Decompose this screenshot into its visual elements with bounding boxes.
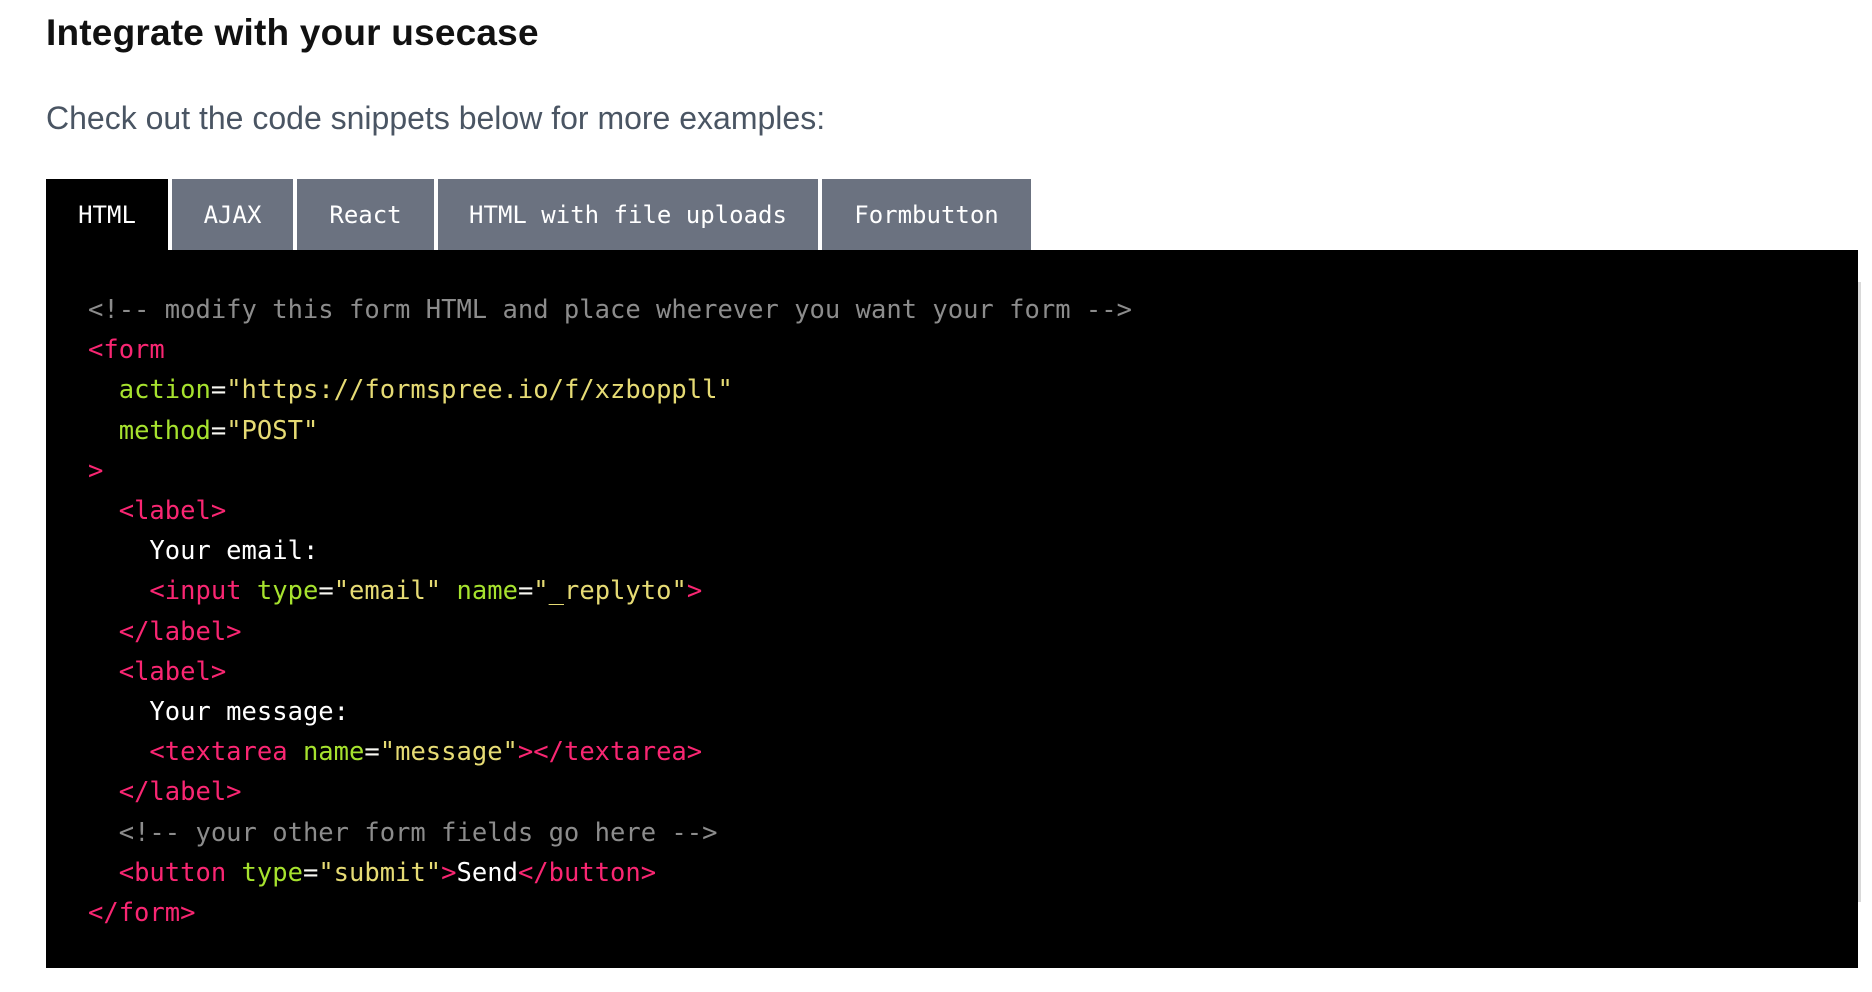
code-input-open: <input bbox=[149, 576, 242, 607]
code-horizontal-scrollbar[interactable] bbox=[78, 968, 1854, 973]
tab-html-file-uploads[interactable]: HTML with file uploads bbox=[438, 179, 818, 250]
code-equals: = bbox=[517, 576, 534, 607]
code-equals: = bbox=[318, 576, 334, 607]
tab-formbutton[interactable]: Formbutton bbox=[822, 179, 1031, 250]
code-equals: = bbox=[210, 415, 227, 446]
code-button-open: <button bbox=[118, 857, 227, 888]
code-value-name-replyto: "_replyto" bbox=[533, 576, 687, 607]
code-label-close: </label> bbox=[118, 616, 242, 647]
section-subtitle: Check out the code snippets below for mo… bbox=[46, 100, 826, 136]
code-value-action: "https://formspree.io/f/xzboppll" bbox=[226, 375, 733, 406]
code-form-open-close: > bbox=[88, 455, 104, 486]
code-value-type-submit: "submit" bbox=[318, 857, 442, 888]
code-value-method: "POST" bbox=[226, 415, 319, 446]
code-form-open: <form bbox=[88, 335, 165, 366]
code-attr-name: name bbox=[456, 576, 518, 607]
code-attr-type: type bbox=[241, 857, 303, 888]
tab-react[interactable]: React bbox=[297, 179, 434, 250]
code-textarea-open: <textarea bbox=[149, 737, 288, 768]
code-comment-fields: <!-- your other form fields go here --> bbox=[118, 817, 718, 848]
code-label-close: </label> bbox=[118, 777, 242, 808]
code-comment-top: <!-- modify this form HTML and place whe… bbox=[88, 295, 1132, 325]
code-attr-type: type bbox=[256, 576, 319, 607]
code-attr-name: name bbox=[302, 737, 365, 768]
code-attr-action: action bbox=[118, 375, 211, 406]
tab-html[interactable]: HTML bbox=[46, 179, 168, 250]
code-tabs: HTML AJAX React HTML with file uploads F… bbox=[46, 179, 1031, 250]
code-equals: = bbox=[364, 737, 380, 768]
code-textarea-end: ></textarea> bbox=[517, 737, 703, 768]
code-text-send: Send bbox=[456, 857, 518, 888]
code-button-close: </button> bbox=[517, 857, 657, 888]
code-text-email: Your email: bbox=[149, 536, 319, 567]
tab-ajax[interactable]: AJAX bbox=[172, 179, 293, 250]
code-form-close: </form> bbox=[88, 898, 196, 929]
code-input-close: > bbox=[686, 576, 703, 607]
code-label-open: <label> bbox=[118, 656, 227, 687]
code-value-type-email: "email" bbox=[333, 576, 442, 607]
code-attr-method: method bbox=[118, 415, 211, 446]
code-equals: = bbox=[302, 857, 319, 888]
code-equals: = bbox=[210, 375, 227, 406]
code-text-message: Your message: bbox=[149, 697, 350, 728]
code-value-name-message: "message" bbox=[379, 737, 518, 768]
code-button-gt: > bbox=[441, 857, 457, 888]
section-heading: Integrate with your usecase bbox=[46, 12, 539, 53]
code-vertical-scrollbar[interactable] bbox=[1858, 282, 1861, 902]
code-block[interactable]: <!-- modify this form HTML and place whe… bbox=[88, 290, 1132, 933]
code-label-open: <label> bbox=[118, 496, 227, 527]
